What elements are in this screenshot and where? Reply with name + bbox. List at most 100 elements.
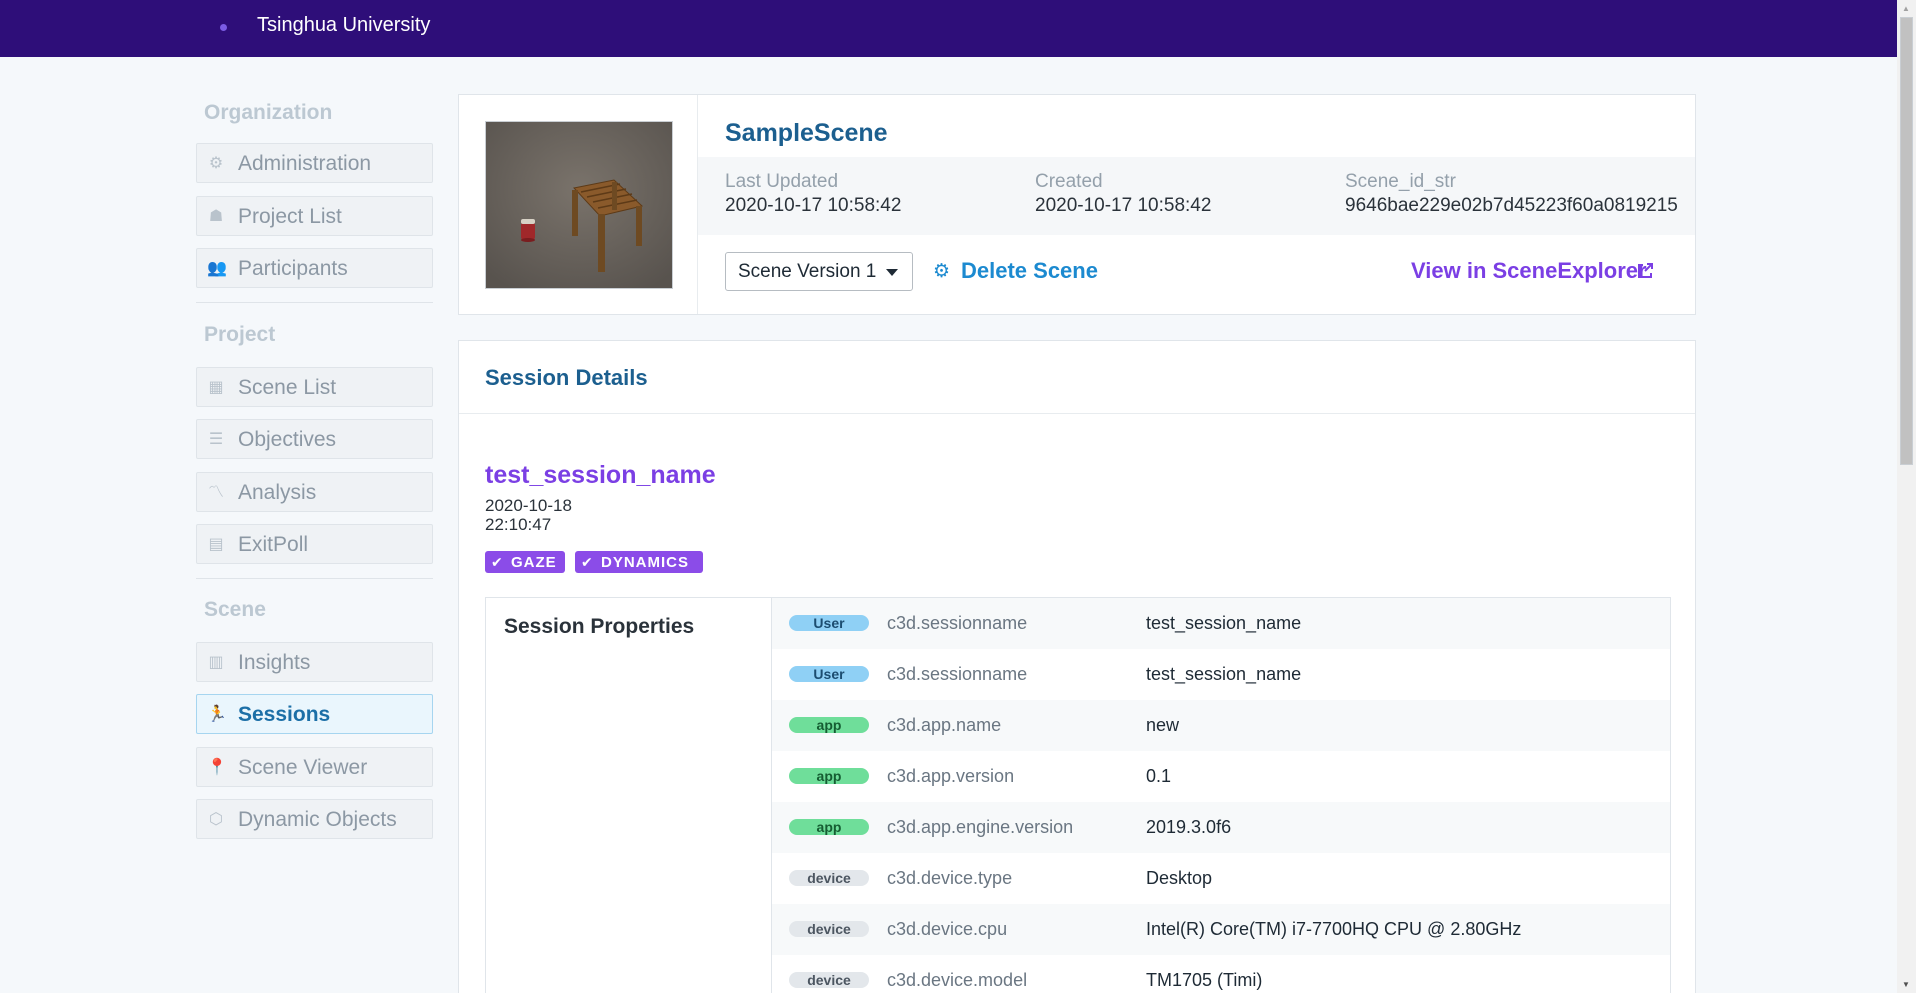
property-value: 2019.3.0f6 <box>1146 817 1232 837</box>
property-row: device c3d.device.model TM1705 (Timi) <box>772 955 1670 993</box>
check-icon: ✔ <box>581 554 594 570</box>
sidebar-item-label: ExitPoll <box>238 533 309 556</box>
sidebar-item-participants[interactable]: 👥 Participants <box>196 248 433 288</box>
scene-card: SampleScene Last Updated 2020-10-17 10:5… <box>458 94 1696 315</box>
session-details-card: Session Details test_session_name 2020-1… <box>458 340 1696 993</box>
cube-icon: ⬡ <box>209 811 223 828</box>
session-datetime: 2020-10-18 22:10:47 <box>485 496 572 534</box>
scene-title: SampleScene <box>725 119 888 147</box>
tag-label: DYNAMICS <box>601 554 690 571</box>
sidebar-item-sessions[interactable]: 🏃 Sessions <box>196 694 433 734</box>
view-in-sceneexplorer-link[interactable]: View in SceneExplorer <box>1411 258 1671 286</box>
session-time: 22:10:47 <box>485 515 552 534</box>
last-updated: Last Updated 2020-10-17 10:58:42 <box>725 171 901 217</box>
line-chart-icon: 〽 <box>207 484 224 501</box>
sidebar-item-dynamic-objects[interactable]: ⬡ Dynamic Objects <box>196 799 433 839</box>
scene-id: Scene_id_str 9646bae229e02b7d45223f60a08… <box>1345 171 1678 217</box>
page-scrollbar[interactable]: ▲ ▼ <box>1897 0 1916 993</box>
property-value: test_session_name <box>1146 613 1302 633</box>
property-row: User c3d.sessionname test_session_name <box>772 649 1670 700</box>
scroll-up-arrow-icon[interactable]: ▲ <box>1902 4 1910 13</box>
property-value: Intel(R) Core(TM) i7-7700HQ CPU @ 2.80GH… <box>1146 919 1522 939</box>
property-key: c3d.device.type <box>887 868 1013 888</box>
sidebar-item-label: Sessions <box>238 703 331 726</box>
chevron-down-icon <box>886 269 898 276</box>
property-row: app c3d.app.version 0.1 <box>772 751 1670 802</box>
tag-dynamics: ✔ DYNAMICS <box>575 551 703 573</box>
property-value: TM1705 (Timi) <box>1146 970 1263 990</box>
grid-icon: ▦ <box>208 379 224 396</box>
sidebar-divider <box>196 302 433 303</box>
delete-scene-label: Delete Scene <box>961 258 1098 283</box>
property-badge: User <box>789 615 869 631</box>
last-updated-value: 2020-10-17 10:58:42 <box>725 195 902 216</box>
sidebar-item-project-list[interactable]: ☗ Project List <box>196 196 433 236</box>
sidebar-item-administration[interactable]: ⚙ Administration <box>196 143 433 183</box>
scrollbar-thumb[interactable] <box>1900 17 1913 465</box>
property-row: User c3d.sessionname test_session_name <box>772 598 1670 649</box>
external-link-icon <box>1638 263 1653 278</box>
property-row: device c3d.device.cpu Intel(R) Core(TM) … <box>772 904 1670 955</box>
session-properties-table: Session Properties User c3d.sessionname … <box>485 597 1671 993</box>
sidebar-item-label: Participants <box>238 257 348 280</box>
users-icon: 👥 <box>207 260 227 277</box>
tag-label: GAZE <box>511 554 557 571</box>
scene-thumbnail[interactable] <box>485 121 673 289</box>
session-details-heading: Session Details <box>485 365 648 390</box>
sidebar-item-scene-viewer[interactable]: 📍 Scene Viewer <box>196 747 433 787</box>
property-value: Desktop <box>1146 868 1213 888</box>
running-person-icon: 🏃 <box>207 706 227 723</box>
scene-preview-image <box>486 122 672 288</box>
property-badge: app <box>789 768 869 784</box>
sidebar-item-label: Analysis <box>238 481 317 504</box>
check-icon: ✔ <box>491 554 504 570</box>
sidebar-item-exitpoll[interactable]: ▤ ExitPoll <box>196 524 433 564</box>
view-in-sceneexplorer-label: View in SceneExplorer <box>1411 258 1647 283</box>
created-label: Created <box>1035 171 1103 192</box>
projects-icon: ☗ <box>208 208 224 225</box>
sidebar-item-insights[interactable]: ▥ Insights <box>196 642 433 682</box>
created: Created 2020-10-17 10:58:42 <box>1035 171 1211 217</box>
property-badge: device <box>789 921 869 937</box>
property-key: c3d.sessionname <box>887 664 1028 684</box>
sidebar-item-label: Scene List <box>238 376 337 399</box>
sidebar-item-label: Administration <box>238 152 372 175</box>
top-navbar: Tsinghua University <box>0 0 1897 57</box>
sidebar-item-objectives[interactable]: ☰ Objectives <box>196 419 433 459</box>
sidebar-item-scene-list[interactable]: ▦ Scene List <box>196 367 433 407</box>
sidebar-item-label: Dynamic Objects <box>238 808 397 831</box>
tag-gaze: ✔ GAZE <box>485 551 565 573</box>
property-row: device c3d.device.type Desktop <box>772 853 1670 904</box>
last-updated-label: Last Updated <box>725 171 839 192</box>
property-key: c3d.device.model <box>887 970 1028 990</box>
session-date: 2020-10-18 <box>485 496 572 515</box>
property-value: 0.1 <box>1146 766 1172 786</box>
sidebar-item-label: Project List <box>238 205 342 228</box>
org-name[interactable]: Tsinghua University <box>257 14 430 37</box>
form-icon: ▤ <box>208 536 224 553</box>
property-value: new <box>1146 715 1180 735</box>
sidebar-item-analysis[interactable]: 〽 Analysis <box>196 472 433 512</box>
sidebar-section-organization: Organization <box>204 101 333 124</box>
property-badge: device <box>789 972 869 988</box>
property-badge: app <box>789 819 869 835</box>
property-key: c3d.app.name <box>887 715 1002 735</box>
scene-version-select[interactable]: Scene Version 1 <box>725 252 913 291</box>
insights-icon: ▥ <box>208 654 224 671</box>
property-row: app c3d.app.name new <box>772 700 1670 751</box>
sidebar-item-label: Scene Viewer <box>238 756 368 779</box>
session-properties-title: Session Properties <box>504 615 695 638</box>
checklist-icon: ☰ <box>208 431 224 448</box>
scene-id-label: Scene_id_str <box>1345 171 1456 192</box>
sidebar-item-label: Objectives <box>238 428 337 451</box>
scene-version-value: Scene Version 1 <box>738 261 877 282</box>
property-row: app c3d.app.engine.version 2019.3.0f6 <box>772 802 1670 853</box>
org-dot-icon <box>220 24 227 31</box>
divider <box>459 413 1695 414</box>
gears-icon: ⚙ <box>933 261 951 282</box>
property-badge: User <box>789 666 869 682</box>
scene-id-value: 9646bae229e02b7d45223f60a0819215 <box>1345 195 1678 216</box>
session-name[interactable]: test_session_name <box>485 461 716 490</box>
created-value: 2020-10-17 10:58:42 <box>1035 195 1212 216</box>
scroll-down-arrow-icon[interactable]: ▼ <box>1902 980 1910 989</box>
